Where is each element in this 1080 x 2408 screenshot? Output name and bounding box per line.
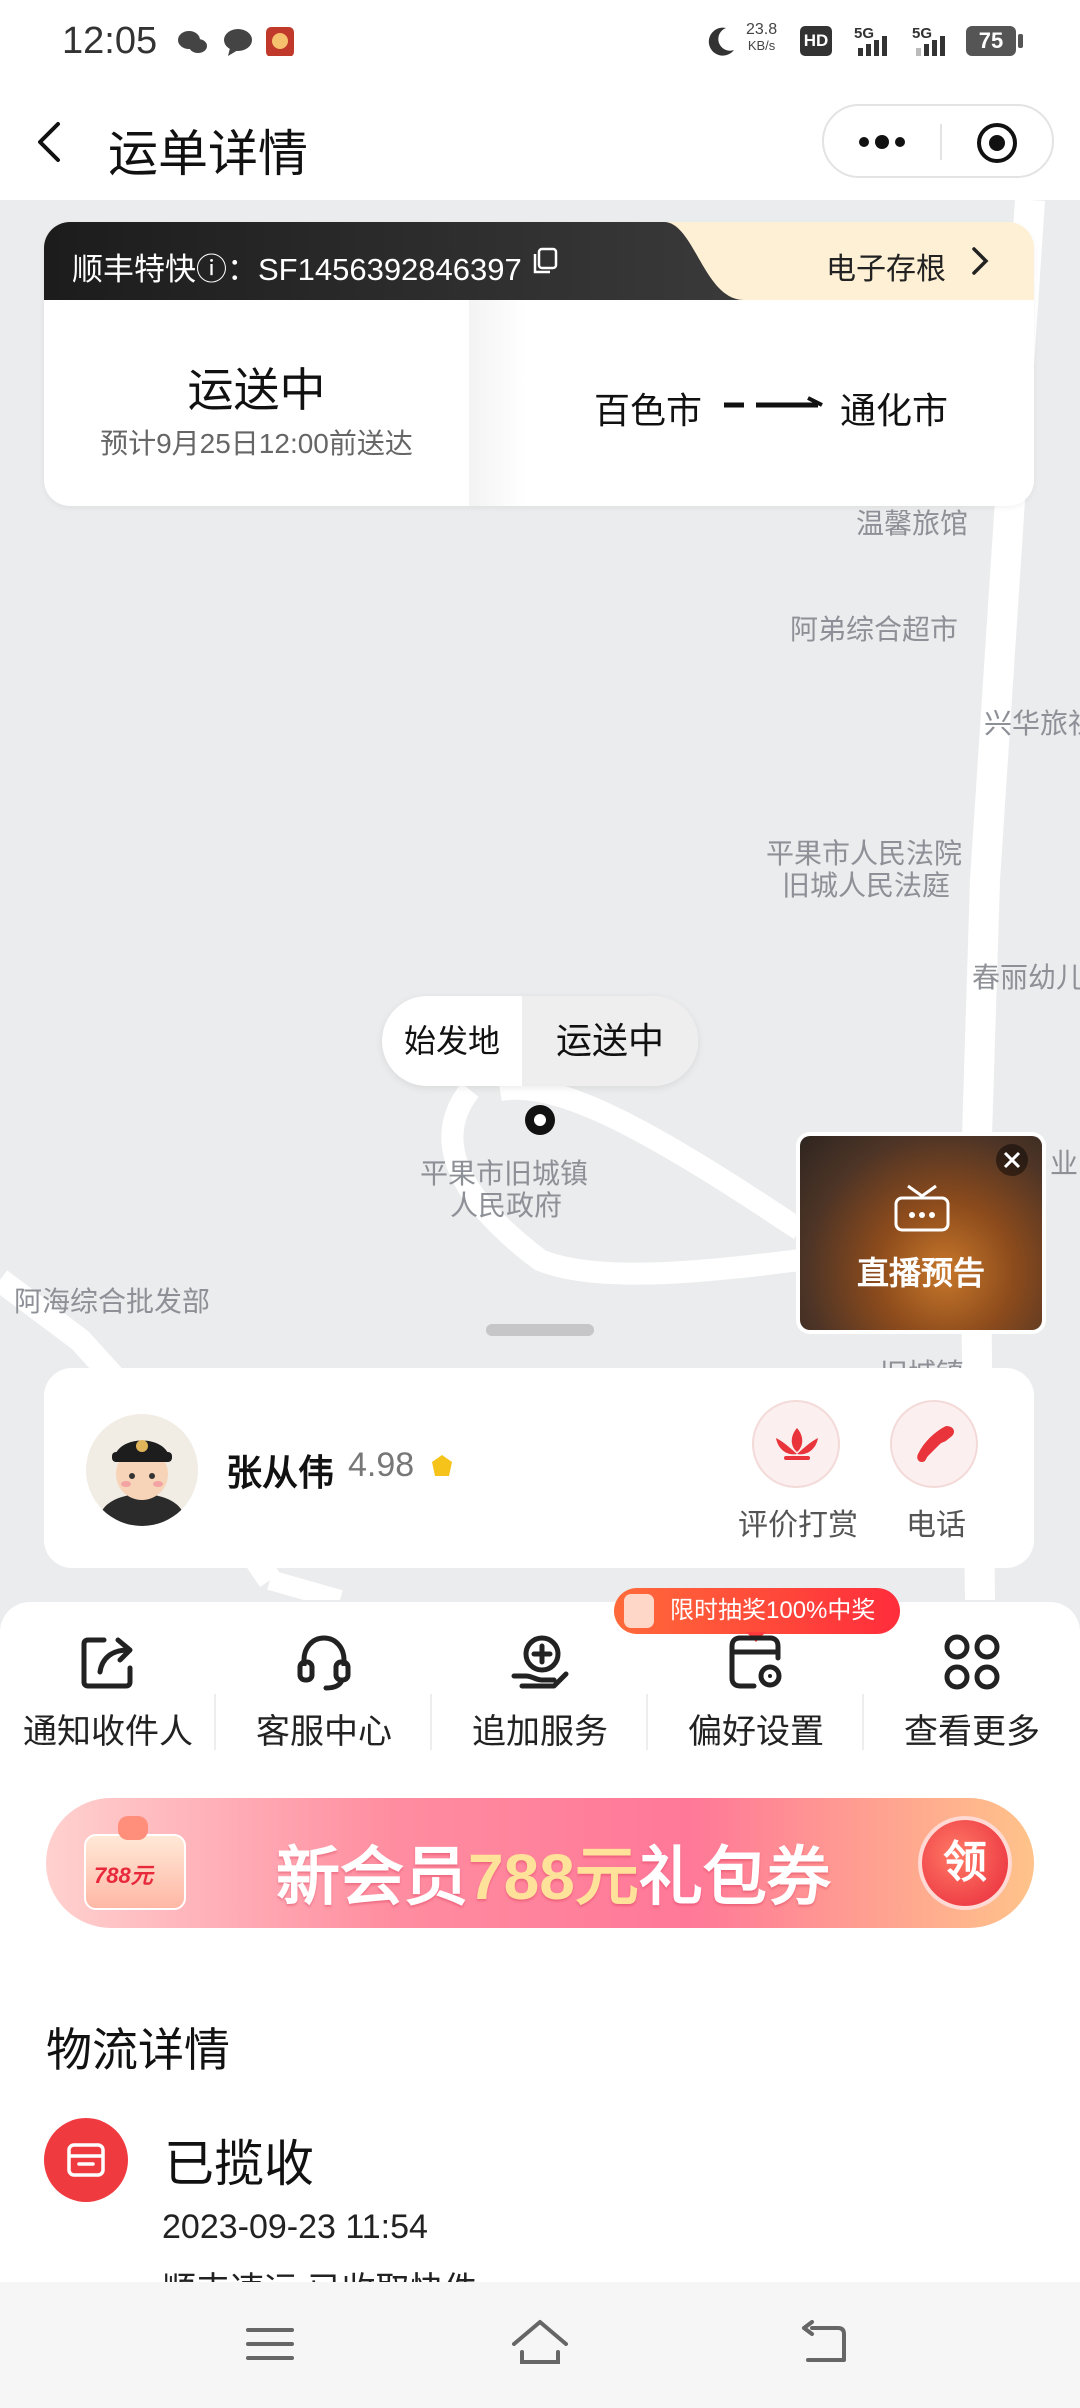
back-icon[interactable] (30, 120, 74, 164)
action-label: 偏好设置 (688, 1713, 824, 1751)
map-label: 阿海综合批发部 (14, 1286, 211, 1317)
map-label: 旧城人民法庭 (782, 870, 951, 901)
headset-icon (297, 1635, 351, 1691)
logistics-time: 2023-09-23 11:54 (162, 2208, 428, 2246)
destination-city: 通化市 (840, 390, 949, 431)
svg-text:5G: 5G (912, 25, 932, 42)
phone-button[interactable] (890, 1400, 978, 1488)
message-icon (224, 29, 252, 56)
e-receipt-link[interactable]: 电子存根 (826, 244, 946, 288)
action-add-service[interactable]: 追加服务 (432, 1630, 648, 1770)
reward-label: 评价打赏 (738, 1509, 858, 1542)
share-icon (81, 1637, 133, 1689)
signal-icon-2: 5G (912, 25, 945, 56)
action-more[interactable]: 查看更多 (864, 1630, 1080, 1770)
bottom-sheet: 限时抽奖100%中奖 通知收件人 客服中心 追加服务 偏好设置 查看更多 788… (0, 1588, 1080, 2309)
action-label: 通知收件人 (23, 1713, 193, 1751)
home-icon[interactable] (510, 2318, 570, 2366)
battery-tip (1018, 34, 1023, 48)
action-preferences[interactable]: 偏好设置 (648, 1630, 864, 1770)
moon-icon (708, 27, 734, 56)
net-speed: 23.8 KB/s (746, 21, 778, 54)
signal-icon-1: 5G (854, 25, 887, 56)
svg-text:5G: 5G (854, 25, 874, 42)
origin-marker-icon (525, 1105, 555, 1135)
action-notify-recipient[interactable]: 通知收件人 (0, 1630, 216, 1770)
menu-icon[interactable] (246, 2324, 294, 2364)
box-icon (67, 2143, 105, 2177)
courier-avatar[interactable] (86, 1414, 198, 1526)
header: 运单详情 (0, 84, 1080, 200)
claim-button[interactable]: 领 (918, 1816, 1012, 1910)
map-label: 阿弟综合超市 (790, 614, 959, 645)
map-label: 温馨旅馆 (856, 508, 969, 539)
drag-handle[interactable] (486, 1324, 594, 1336)
courier-card: 张从伟 4.98 评价打赏 电话 (44, 1368, 1034, 1568)
back-nav-icon[interactable] (798, 2320, 850, 2368)
reward-button[interactable] (752, 1400, 840, 1488)
grid-icon (944, 1634, 1000, 1690)
banner-text: 新会员788元礼包券 (276, 1841, 831, 1913)
action-label: 客服中心 (256, 1713, 392, 1751)
copy-icon[interactable] (530, 246, 560, 276)
tracking-number: 顺丰特快ⓘ：SF1456392846397 (72, 252, 522, 287)
close-icon[interactable] (994, 1142, 1030, 1178)
map-label: 人民政府 (450, 1190, 563, 1221)
eta-text: 预计9月25日12:00前送达 (100, 428, 413, 459)
hd-badge: HD (800, 26, 832, 56)
status-bar: 12:05 23.8 KB/s HD 5G 5G 75 (0, 0, 1080, 84)
map-label: 春丽幼儿 (972, 962, 1080, 993)
close-miniprogram-icon[interactable] (976, 122, 1018, 164)
action-label: 查看更多 (904, 1713, 1040, 1751)
origin-bubble: 始发地 运送中 (382, 996, 698, 1086)
chevron-right-icon[interactable] (968, 246, 992, 276)
map-label: 业 (1050, 1148, 1079, 1179)
shipment-header: 顺丰特快ⓘ：SF1456392846397 电子存根 (44, 222, 1034, 300)
gift-price: 788元 (94, 1863, 153, 1888)
more-icon[interactable] (856, 128, 908, 156)
delivery-status: 运送中 (187, 364, 326, 416)
courier-rating: 4.98 (348, 1446, 415, 1484)
notification-icons (178, 27, 294, 56)
action-customer-service[interactable]: 客服中心 (216, 1630, 432, 1770)
page-title: 运单详情 (108, 126, 308, 182)
status-chip: 运送中 (522, 996, 698, 1086)
game-app-icon (266, 27, 294, 56)
logistics-section-title: 物流详情 (46, 2024, 230, 2076)
rating-badge-icon (432, 1455, 452, 1476)
system-nav-bar (0, 2282, 1080, 2408)
map-label: 兴华旅社 (984, 708, 1080, 739)
shipment-card: 顺丰特快ⓘ：SF1456392846397 电子存根 运送中 预计9月25日12… (44, 222, 1034, 506)
logistics-status: 已揽收 (164, 2136, 314, 2192)
lottery-promo-badge[interactable]: 限时抽奖100%中奖 (614, 1588, 900, 1634)
collected-status-icon (44, 2118, 128, 2202)
action-label: 追加服务 (472, 1713, 608, 1751)
gift-icon (624, 1594, 654, 1628)
live-preview-card[interactable]: 直播预告 (796, 1132, 1046, 1334)
phone-label: 电话 (906, 1509, 966, 1542)
add-service-icon (511, 1635, 569, 1689)
battery-indicator: 75 (966, 26, 1016, 56)
flower-icon (776, 1428, 818, 1460)
live-tv-icon (894, 1184, 950, 1232)
live-preview-label: 直播预告 (856, 1255, 985, 1291)
capsule-divider (940, 124, 942, 160)
phone-icon (917, 1426, 954, 1462)
preference-icon (729, 1635, 782, 1689)
route-arrow-icon (724, 396, 823, 408)
member-coupon-banner[interactable]: 788元 新会员788元礼包券 领 (46, 1798, 1034, 1928)
mini-program-capsule (822, 104, 1054, 178)
origin-city: 百色市 (594, 390, 703, 431)
status-time: 12:05 (62, 20, 158, 62)
origin-chip: 始发地 (403, 1023, 500, 1059)
gift-box-icon: 788元 (78, 1812, 188, 1916)
courier-name: 张从伟 (226, 1452, 335, 1493)
wechat-icon (178, 31, 207, 53)
